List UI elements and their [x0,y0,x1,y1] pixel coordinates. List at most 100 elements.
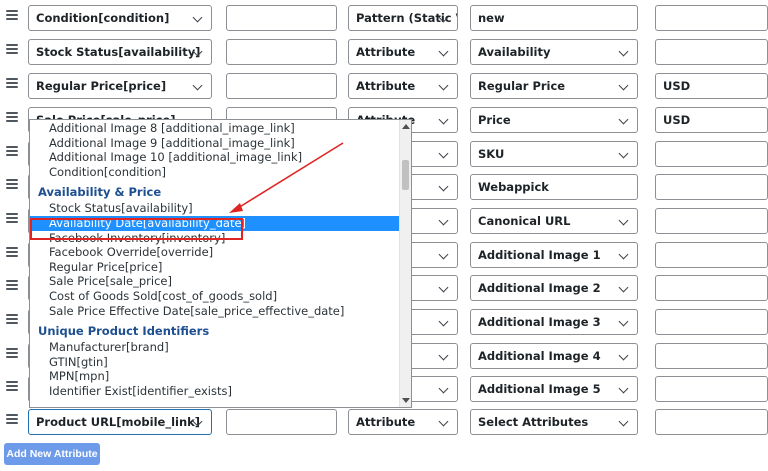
value-text: Additional Image 3 [478,315,601,329]
drag-handle-icon[interactable] [6,44,18,54]
value-select[interactable]: SKU [470,141,638,167]
value-text: Additional Image 2 [478,281,601,295]
value-select[interactable]: Availability [470,39,638,65]
drag-handle-icon[interactable] [6,213,18,223]
drag-handle-icon[interactable] [6,10,18,20]
prefix-input[interactable] [226,5,337,31]
feed-attribute-select[interactable]: Condition[condition] [28,5,212,31]
suffix-input[interactable] [655,174,768,200]
suffix-input[interactable] [655,5,768,31]
dropdown-options: Additional Image 8 [additional_image_lin… [30,121,400,399]
suffix-input[interactable] [655,376,768,402]
scrollbar-thumb[interactable] [402,160,409,190]
value-text: Additional Image 1 [478,248,601,262]
drag-handle-icon[interactable] [6,179,18,189]
value-type-value: Attribute [356,415,416,429]
value-type-select[interactable]: Attribute [348,409,458,435]
feed-attribute-value: Product URL[mobile_link] [36,415,201,429]
suffix-value: USD [663,79,691,93]
suffix-input[interactable] [655,242,768,268]
value-text: Availability [478,45,551,59]
drag-handle-icon[interactable] [6,280,18,290]
value-type-value: Attribute [356,79,416,93]
dropdown-option[interactable]: Sale Price[sale_price] [30,274,400,289]
value-select[interactable]: Additional Image 3 [470,309,638,335]
value-text: Webappick [478,180,549,194]
value-select[interactable]: Regular Price [470,73,638,99]
value-text: Additional Image 4 [478,349,601,363]
prefix-input[interactable] [226,39,337,65]
dropdown-option[interactable]: Regular Price[price] [30,260,400,275]
feed-attribute-select[interactable]: Regular Price[price] [28,73,212,99]
dropdown-option[interactable]: Additional Image 10 [additional_image_li… [30,150,400,165]
value-text: Select Attributes [478,415,589,429]
suffix-input[interactable] [655,409,768,435]
suffix-input[interactable] [655,309,768,335]
suffix-input[interactable] [655,141,768,167]
drag-handle-icon[interactable] [6,247,18,257]
drag-handle-icon[interactable] [6,146,18,156]
value-select[interactable]: Select Attributes [470,409,638,435]
feed-attribute-select[interactable]: Stock Status[availability] [28,39,212,65]
dropdown-option[interactable]: Stock Status[availability] [30,201,400,216]
scroll-up-arrow-icon[interactable] [402,124,410,129]
value-type-value: Attribute [356,45,416,59]
value-text: Regular Price [478,79,566,93]
drag-handle-icon[interactable] [6,381,18,391]
value-type-select[interactable]: Pattern (Static Va [348,5,458,31]
value-text: SKU [478,147,505,161]
drag-handle-icon[interactable] [6,112,18,122]
dropdown-option[interactable]: Manufacturer[brand] [30,340,400,355]
suffix-input[interactable] [655,343,768,369]
feed-attribute-value: Regular Price[price] [36,79,167,93]
drag-handle-icon[interactable] [6,348,18,358]
attribute-row: Product URL[mobile_link] Attribute Select … [0,409,768,435]
dropdown-option[interactable]: Additional Image 8 [additional_image_lin… [30,121,400,136]
value-type-select[interactable]: Attribute [348,73,458,99]
dropdown-group-heading: Availability & Price [38,185,162,200]
value-text: new [478,11,505,25]
dropdown-option[interactable]: Condition[condition] [30,165,400,180]
suffix-input[interactable] [655,208,768,234]
value-select[interactable]: Canonical URL [470,208,638,234]
attribute-row: Regular Price[price] Attribute Regular Pri… [0,73,768,99]
value-text: Additional Image 5 [478,382,601,396]
value-select[interactable]: new [470,5,638,31]
drag-handle-icon[interactable] [6,414,18,424]
value-select[interactable]: Additional Image 4 [470,343,638,369]
suffix-input[interactable] [655,275,768,301]
prefix-input[interactable] [226,73,337,99]
suffix-value: USD [663,113,691,127]
dropdown-option[interactable]: Identifier Exist[identifier_exists] [30,384,400,399]
suffix-input[interactable]: USD [655,107,768,133]
value-type-value: Pattern (Static Va [356,11,457,25]
dropdown-option[interactable]: Facebook Override[override] [30,245,400,260]
dropdown-option[interactable]: Additional Image 9 [additional_image_lin… [30,136,400,151]
drag-handle-icon[interactable] [6,314,18,324]
drag-handle-icon[interactable] [6,78,18,88]
suffix-input[interactable] [655,39,768,65]
suffix-input[interactable]: USD [655,73,768,99]
dropdown-option[interactable]: GTIN[gtin] [30,355,400,370]
feed-attribute-value: Condition[condition] [36,11,170,25]
dropdown-group-heading: Unique Product Identifiers [38,324,210,339]
dropdown-option[interactable]: MPN[mpn] [30,369,400,384]
dropdown-option[interactable]: Cost of Goods Sold[cost_of_goods_sold] [30,289,400,304]
annotation-highlight-box [30,218,243,240]
value-text: Canonical URL [478,214,571,228]
value-select[interactable]: Additional Image 5 [470,376,638,402]
feed-attribute-select[interactable]: Product URL[mobile_link] [28,409,212,435]
prefix-input[interactable] [226,409,337,435]
value-select[interactable]: Webappick [470,174,638,200]
value-select[interactable]: Price [470,107,638,133]
dropdown-scrollbar[interactable] [399,120,411,407]
attribute-row: Stock Status[availability] Attribute Avail… [0,39,768,65]
scroll-down-arrow-icon[interactable] [402,398,410,403]
dropdown-option[interactable]: Sale Price Effective Date[sale_price_eff… [30,304,400,319]
value-select[interactable]: Additional Image 2 [470,275,638,301]
attribute-dropdown-list[interactable]: Additional Image 8 [additional_image_lin… [29,119,412,408]
value-select[interactable]: Additional Image 1 [470,242,638,268]
value-type-select[interactable]: Attribute [348,39,458,65]
add-new-attribute-button[interactable]: Add New Attribute [4,443,100,465]
value-text: Price [478,113,511,127]
